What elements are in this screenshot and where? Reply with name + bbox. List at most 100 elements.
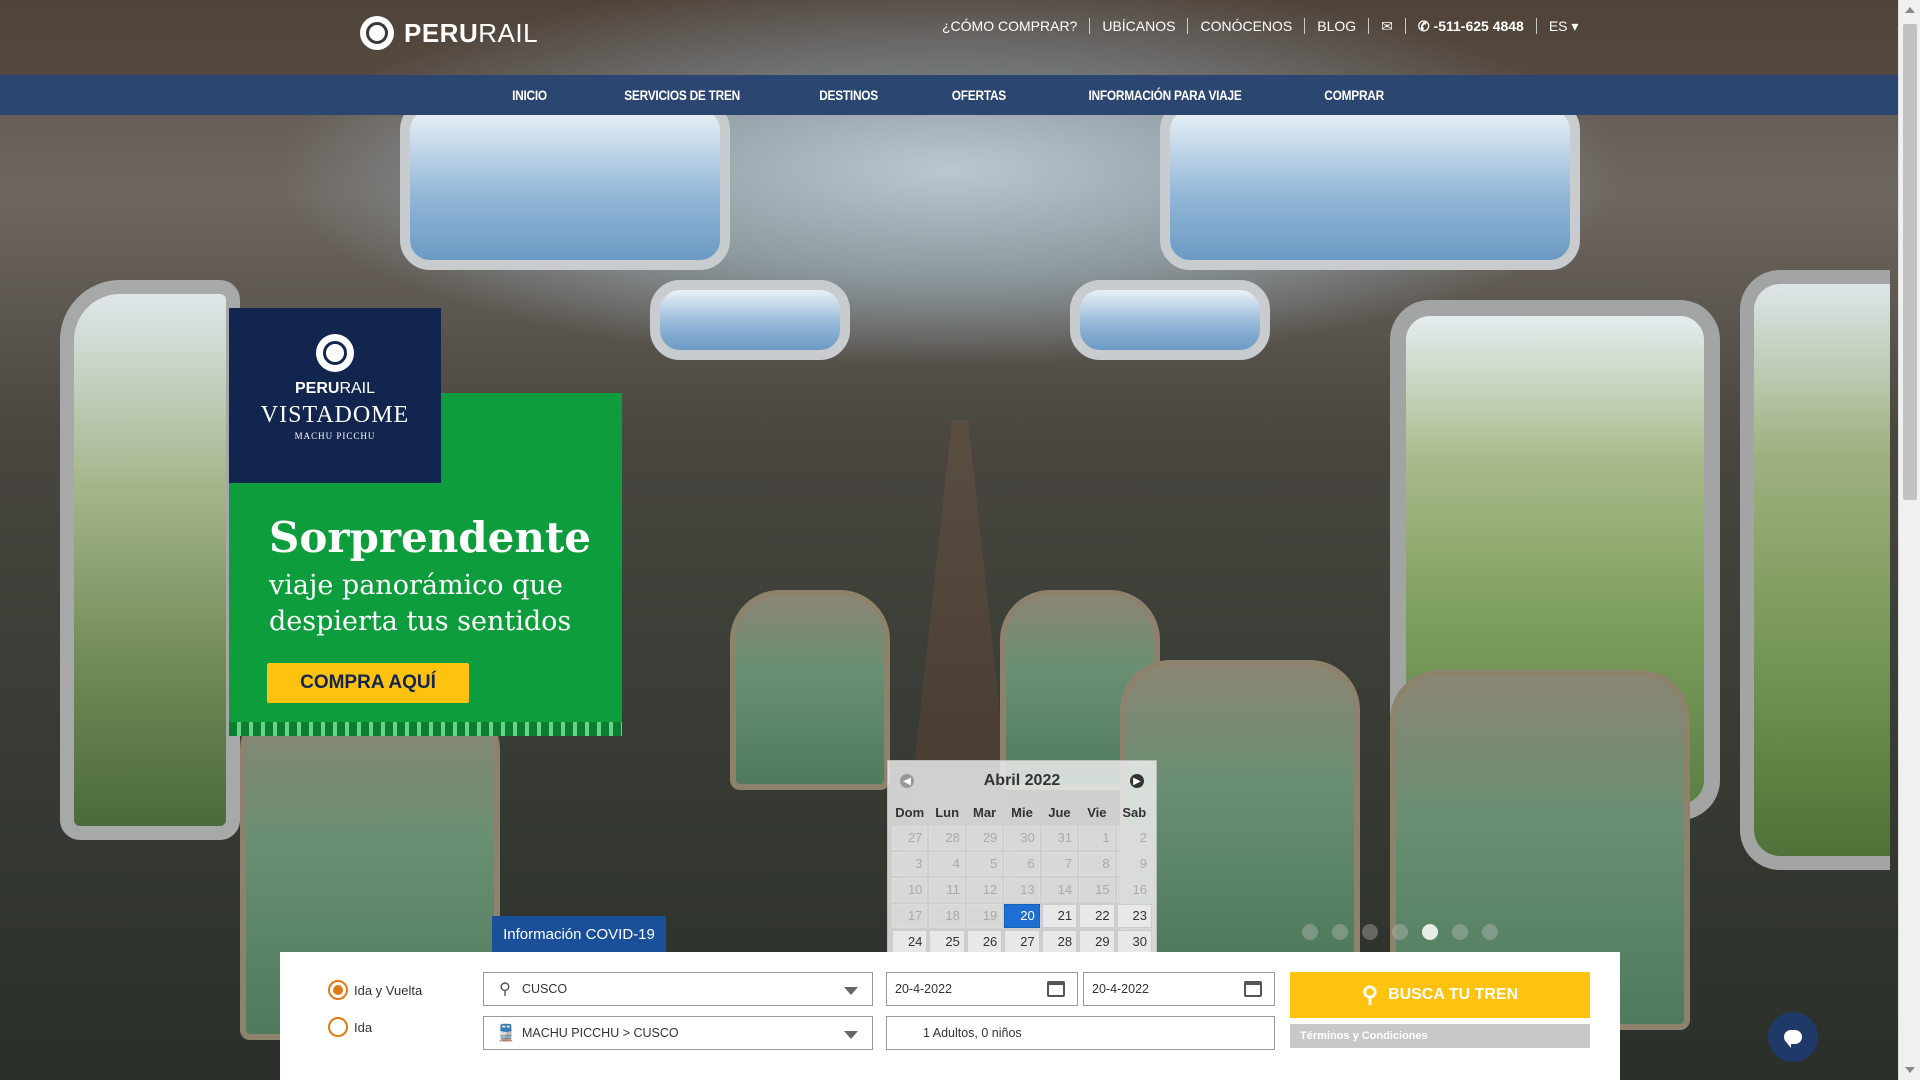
calendar-day-disabled: 27 [892,826,928,850]
slider-dot[interactable] [1392,924,1408,940]
blog-link[interactable]: BLOG [1305,18,1370,34]
nav-ofertas[interactable]: OFERTAS [952,87,1006,103]
calendar-dow: Sab [1122,805,1147,820]
radio-checked-icon [328,980,348,1000]
phone-icon: ✆ [1417,18,1434,34]
nav-servicios-de-tren[interactable]: SERVICIOS DE TREN [624,87,740,103]
skylight [1160,100,1580,270]
calendar-day-disabled: 7 [1041,852,1078,876]
promo-subline-2: despierta tus sentidos [269,606,572,637]
nav-destinos[interactable]: DESTINOS [819,87,878,103]
calendar-day-disabled: 11 [929,878,965,902]
calendar-day-disabled: 13 [1004,878,1040,902]
terms-link[interactable]: Términos y Condiciones [1290,1024,1590,1048]
calendar-day-disabled: 28 [929,826,965,850]
calendar-day[interactable]: 21 [1041,904,1078,928]
calendar-day-disabled: 31 [1041,826,1078,850]
slider-dot[interactable] [1302,924,1318,940]
train-seat [730,590,890,790]
slider-dot[interactable] [1482,924,1498,940]
perurail-emblem-icon [316,334,354,372]
slider-dot[interactable] [1332,924,1348,940]
calendar-dow: Vie [1087,805,1107,820]
map-pin-icon: ⚲ [499,981,511,998]
calendar-header: ◀ Abril 2022 ▶ [888,761,1156,801]
calendar-day-disabled: 18 [929,904,965,928]
scroll-thumb[interactable] [1903,24,1917,500]
nav-informacion-para-viaje[interactable]: INFORMACIÓN PARA VIAJE [1088,87,1241,103]
calendar-day[interactable]: 25 [929,930,965,954]
calendar-dow: Dom [895,805,925,820]
oneway-radio[interactable]: Ida [328,1017,372,1037]
calendar-grid: Dom Lun Mar Mie Jue Vie Sab 27 28 29 30 … [888,801,1156,954]
slider-dot[interactable] [1452,924,1468,940]
promo-product: VISTADOME [260,402,410,428]
calendar-day[interactable]: 23 [1116,904,1152,928]
datepicker-calendar: ◀ Abril 2022 ▶ Dom Lun Mar Mie Jue Vie S… [887,760,1157,970]
radio-unchecked-icon [328,1017,348,1037]
covid-info-tab[interactable]: Información COVID-19 [492,916,666,952]
chat-button[interactable] [1768,1012,1818,1062]
mail-icon[interactable]: ✉ [1369,18,1406,34]
calendar-dow: Jue [1048,805,1071,820]
calendar-icon[interactable] [1244,981,1262,997]
promo-subline-1: viaje panorámico que [269,570,563,601]
page-scrollbar[interactable] [1898,0,1920,1080]
calendar-day[interactable]: 22 [1079,904,1115,928]
scroll-up-icon[interactable] [1905,7,1915,13]
depart-date-value: 20-4-2022 [895,982,952,996]
nav-inicio[interactable]: INICIO [512,87,547,103]
calendar-icon[interactable] [1047,981,1065,997]
language-selector[interactable]: ES [1537,18,1591,34]
calendar-day-disabled: 16 [1116,878,1152,902]
calendar-day-disabled: 29 [966,826,1003,850]
skylight [1070,280,1270,360]
passengers-input[interactable]: 1 Adultos, 0 niños [886,1016,1275,1050]
calendar-day[interactable]: 28 [1041,930,1078,954]
promo-location: MACHU PICCHU [294,431,376,441]
depart-date-input[interactable]: 20-4-2022 [886,972,1078,1006]
buy-here-button[interactable]: COMPRA AQUÍ [267,663,469,703]
return-date-input[interactable]: 20-4-2022 [1083,972,1275,1006]
prev-month-icon[interactable]: ◀ [900,774,914,788]
passengers-value: 1 Adultos, 0 niños [923,1026,1022,1040]
calendar-day-disabled: 17 [892,904,928,928]
nav-comprar[interactable]: COMPRAR [1324,87,1384,103]
calendar-day-disabled: 3 [892,852,928,876]
locate-us-link[interactable]: UBÍCANOS [1090,18,1189,34]
train-window [60,280,240,840]
calendar-day[interactable]: 30 [1116,930,1152,954]
calendar-day-selected[interactable]: 20 [1004,904,1040,928]
about-link[interactable]: CONÓCENOS [1188,18,1306,34]
calendar-day[interactable]: 27 [1004,930,1040,954]
utility-links: ¿CÓMO COMPRAR? UBÍCANOS CONÓCENOS BLOG ✉… [930,18,1590,34]
vistadome-badge: PERURAIL VISTADOME MACHU PICCHU [229,308,441,483]
roundtrip-radio[interactable]: Ida y Vuelta [328,980,422,1000]
calendar-day[interactable]: 29 [1079,930,1115,954]
brand-name: PERURAIL [404,17,539,48]
calendar-day-disabled: 30 [1004,826,1040,850]
calendar-dow: Lun [935,805,960,820]
how-to-buy-link[interactable]: ¿CÓMO COMPRAR? [930,18,1091,34]
calendar-day-disabled: 12 [966,878,1003,902]
calendar-dow: Mar [973,805,997,820]
top-header: PERURAIL ¿CÓMO COMPRAR? UBÍCANOS CONÓCEN… [0,0,1898,75]
brand-logo[interactable]: PERURAIL [360,16,538,50]
chat-bubble-icon [1784,1030,1802,1048]
slider-dot[interactable] [1362,924,1378,940]
phone-link[interactable]: ✆ -511-625 4848 [1406,18,1537,34]
skylight [650,280,850,360]
scroll-down-icon[interactable] [1905,1067,1915,1073]
next-month-icon[interactable]: ▶ [1129,774,1144,788]
calendar-day[interactable]: 24 [892,930,928,954]
oneway-label: Ida [354,1019,373,1035]
return-date-value: 20-4-2022 [1092,982,1149,996]
promo-brand: PERURAIL [294,380,376,397]
calendar-dow: Mie [1011,805,1033,820]
origin-select[interactable]: ⚲ CUSCO [483,972,873,1006]
slider-dot-active[interactable] [1422,924,1438,940]
calendar-day[interactable]: 26 [966,930,1003,954]
calendar-day-disabled: 19 [966,904,1003,928]
route-select[interactable]: 🚆 MACHU PICCHU > CUSCO [483,1016,873,1050]
search-train-button[interactable]: ⚲ BUSCA TU TREN [1290,972,1590,1018]
